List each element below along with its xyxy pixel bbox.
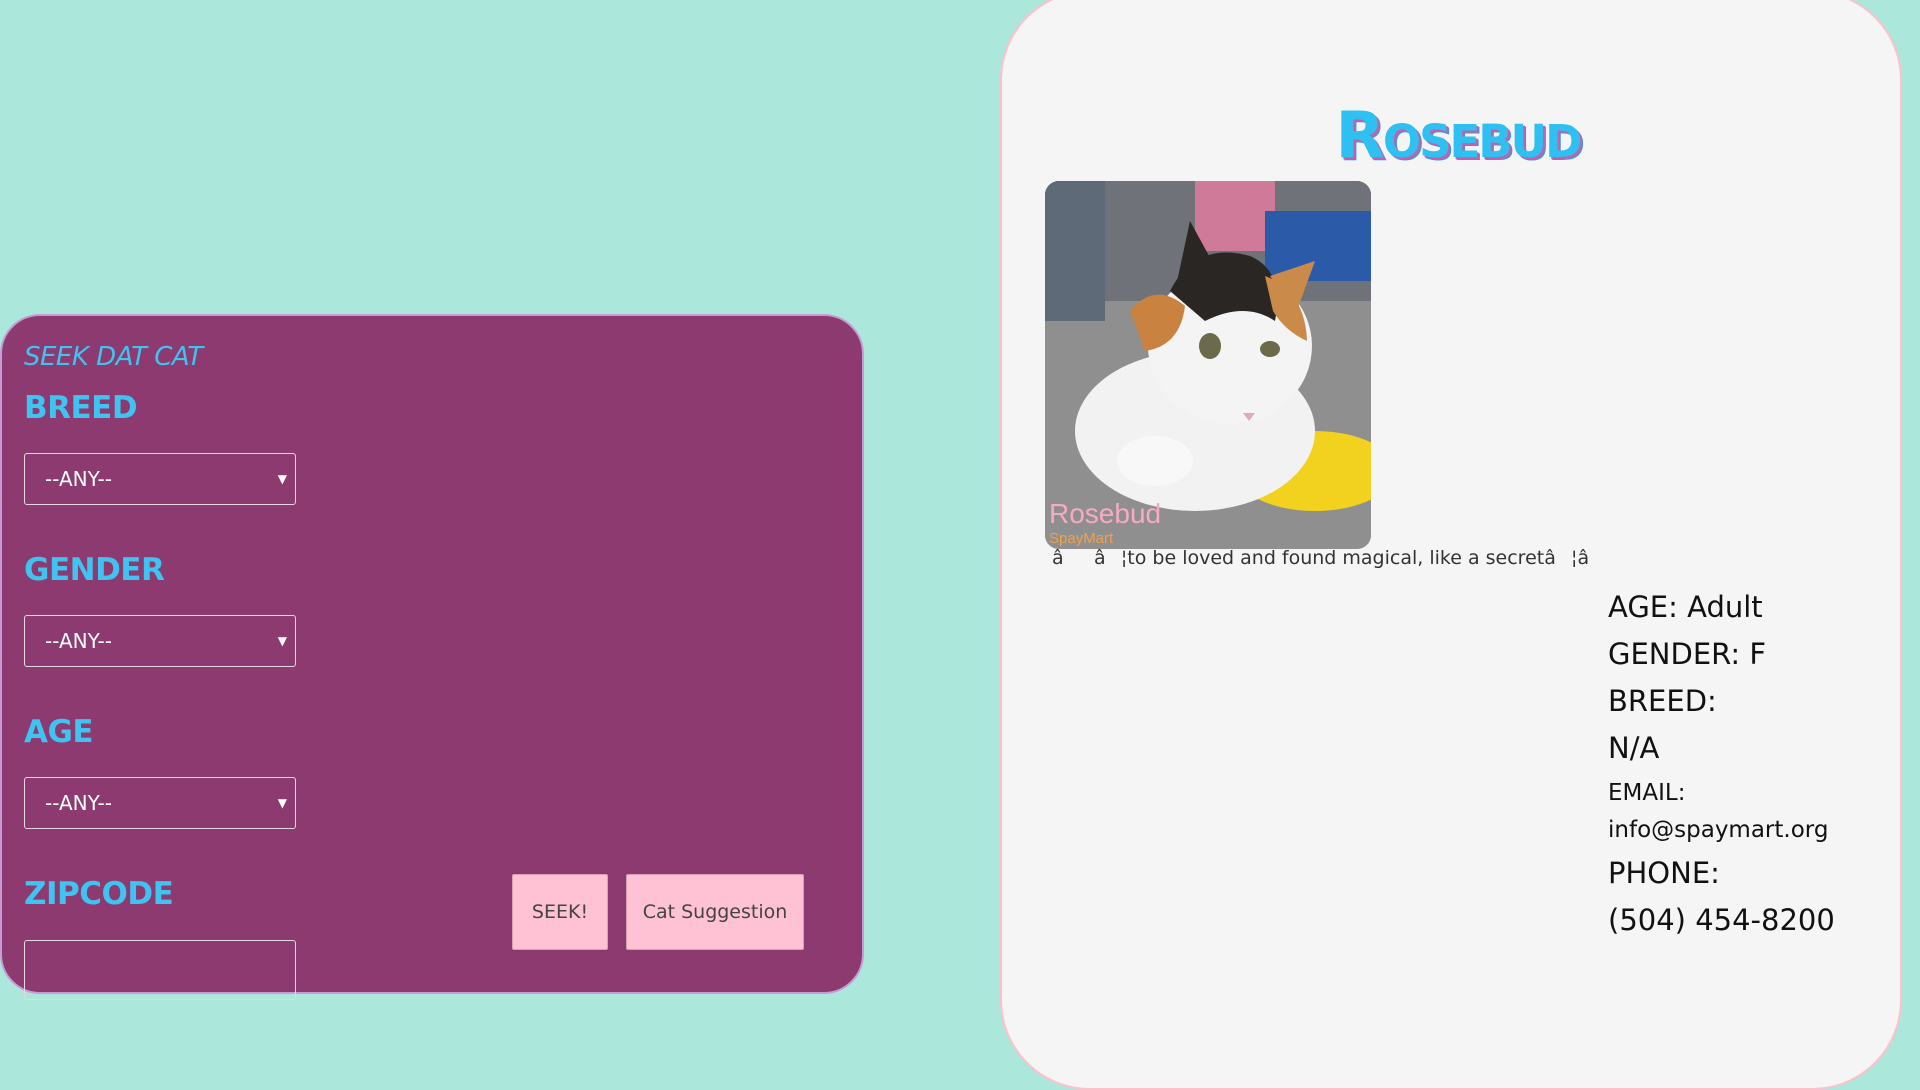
breed-label: BREED [24,390,138,426]
cat-age: AGE: Adult [1608,590,1763,624]
photo-watermark-text: Rosebud [1049,498,1161,529]
search-panel-title: SEEK DAT CAT [24,342,203,372]
cat-email-value: info@spaymart.org [1608,817,1829,843]
gender-select[interactable]: --ANY-- ▼ [24,615,296,667]
cat-result-card: Rosebud [1000,0,1902,1090]
cat-breed-value: N/A [1608,731,1660,765]
gender-label: GENDER [24,552,165,588]
cat-phone-value: (504) 454-8200 [1608,903,1835,937]
cat-suggestion-button[interactable]: Cat Suggestion [626,874,804,950]
cat-name-heading: Rosebud [1335,99,1583,173]
chevron-down-icon: ▼ [277,796,287,810]
breed-select-value: --ANY-- [45,467,112,491]
cat-gender: GENDER: F [1608,637,1767,671]
age-label: AGE [24,714,94,750]
zipcode-label: ZIPCODE [24,876,174,912]
cat-email-label: EMAIL: [1608,780,1686,806]
breed-select[interactable]: --ANY-- ▼ [24,453,296,505]
seek-button[interactable]: SEEK! [512,874,608,950]
chevron-down-icon: ▼ [277,472,287,486]
age-select[interactable]: --ANY-- ▼ [24,777,296,829]
gender-select-value: --ANY-- [45,629,112,653]
search-panel: SEEK DAT CAT BREED --ANY-- ▼ GENDER --AN… [0,314,864,1000]
cat-phone-label: PHONE: [1608,856,1720,890]
cat-photo: Rosebud SpayMart [1045,181,1371,549]
photo-watermark-sub: SpayMart [1049,530,1114,547]
age-select-value: --ANY-- [45,791,112,815]
chevron-down-icon: ▼ [277,634,287,648]
zipcode-input[interactable] [24,940,296,1000]
cat-description: ââ¦to be loved and found magical, lik… [1052,547,1620,569]
cat-breed-label: BREED: [1608,684,1717,718]
